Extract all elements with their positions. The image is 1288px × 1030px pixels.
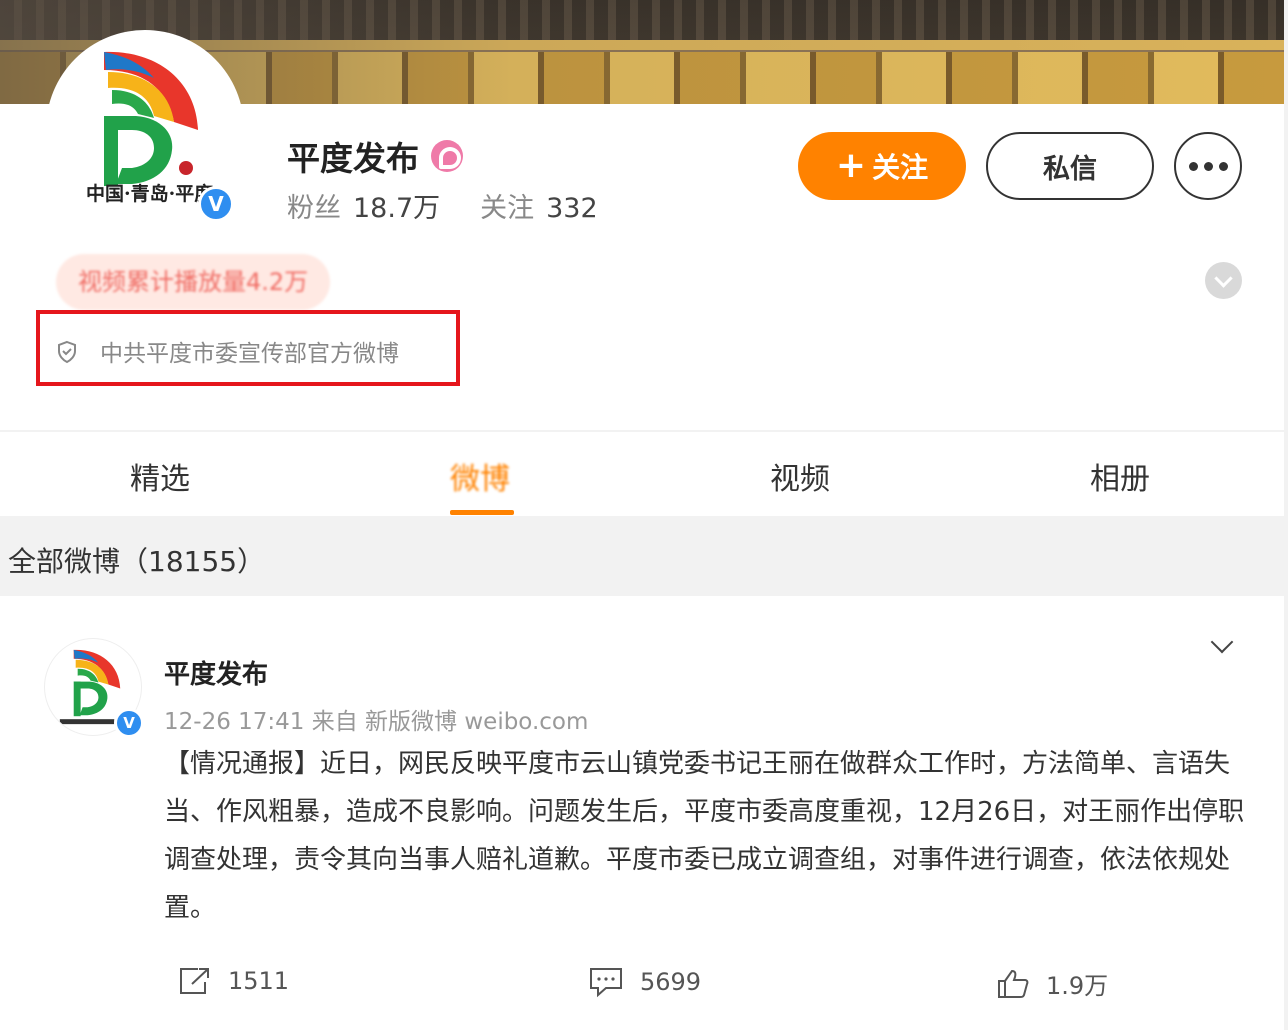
- svg-text:中国·青岛·平度: 中国·青岛·平度: [86, 182, 214, 205]
- profile-tabs: 精选 微博 视频 相册: [0, 432, 1284, 516]
- like-icon: [998, 969, 1029, 998]
- feed-title: 全部微博（18155）: [8, 545, 266, 578]
- verified-icon: V: [114, 708, 144, 738]
- comment-button[interactable]: 5699: [588, 966, 701, 998]
- active-tab-indicator: [450, 510, 514, 515]
- comment-icon: [590, 968, 622, 998]
- like-count: 1.9万: [1046, 972, 1109, 1000]
- like-button[interactable]: 1.9万: [996, 966, 1108, 1001]
- chevron-down-icon[interactable]: [1210, 630, 1234, 654]
- repost-count: 1511: [228, 967, 290, 995]
- followers-stat[interactable]: 粉丝 18.7万: [287, 186, 440, 225]
- p-badge-icon: [431, 140, 463, 172]
- comment-count: 5699: [640, 968, 702, 996]
- repost-icon: [180, 968, 209, 994]
- follow-button[interactable]: + 关注: [798, 132, 966, 200]
- expand-profile-button[interactable]: [1205, 262, 1242, 299]
- tab-album[interactable]: 相册: [1090, 454, 1150, 498]
- post-card: V 平度发布 12-26 17:41 来自 新版微博 weibo.com 【情况…: [0, 596, 1284, 1030]
- profile-name: 平度发布: [287, 139, 419, 178]
- description-text: 中共平度市委宣传部官方微博: [100, 341, 399, 367]
- profile-name-row: 平度发布: [287, 132, 463, 180]
- more-icon[interactable]: [1174, 132, 1242, 200]
- verified-icon: V: [198, 186, 234, 222]
- message-button[interactable]: 私信: [986, 132, 1154, 200]
- post-meta: 12-26 17:41 来自 新版微博 weibo.com: [164, 709, 589, 735]
- repost-button[interactable]: 1511: [178, 966, 289, 996]
- post-author[interactable]: 平度发布: [164, 654, 268, 691]
- plus-icon: +: [835, 145, 867, 186]
- shield-icon: [58, 340, 76, 364]
- tab-video[interactable]: 视频: [770, 454, 830, 498]
- profile-stats: 粉丝 18.7万 关注 332: [287, 186, 598, 225]
- post-text: 【情况通报】近日，网民反映平度市云山镇党委书记王丽在做群众工作时，方法简单、言语…: [164, 749, 1245, 923]
- profile-description: 中共平度市委宣传部官方微博: [36, 310, 460, 386]
- tab-featured[interactable]: 精选: [130, 454, 190, 498]
- following-stat[interactable]: 关注 332: [480, 186, 598, 225]
- tab-weibo[interactable]: 微博: [450, 454, 510, 498]
- play-count-badge: 视频累计播放量4.2万: [56, 254, 331, 310]
